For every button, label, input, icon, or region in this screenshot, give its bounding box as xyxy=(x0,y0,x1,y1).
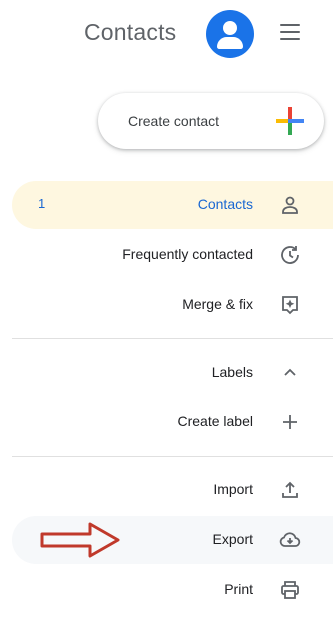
create-label-button[interactable]: Create label xyxy=(0,398,333,446)
sidebar-item-print[interactable]: Print xyxy=(0,566,333,614)
sidebar-item-label: Merge & fix xyxy=(182,296,253,312)
hamburger-menu-icon[interactable] xyxy=(278,22,302,42)
labels-section-toggle[interactable]: Labels xyxy=(0,349,333,397)
merge-fix-icon xyxy=(282,296,298,315)
cloud-download-icon xyxy=(279,532,301,547)
sidebar-item-label: Export xyxy=(212,531,253,547)
chevron-up-icon xyxy=(284,368,296,376)
create-contact-label: Create contact xyxy=(128,113,220,129)
divider xyxy=(12,456,333,457)
plus-icon xyxy=(283,415,297,429)
history-icon xyxy=(281,246,299,264)
contacts-count: 1 xyxy=(38,196,46,211)
create-label-text: Create label xyxy=(177,413,254,429)
sidebar-item-merge-fix[interactable]: Merge & fix xyxy=(0,281,333,329)
sidebar-item-contacts[interactable]: 1 Contacts xyxy=(12,181,333,229)
sidebar-item-import[interactable]: Import xyxy=(0,466,333,514)
person-icon xyxy=(282,196,298,214)
sidebar-item-label: Import xyxy=(213,481,253,497)
sidebar-item-frequently-contacted[interactable]: Frequently contacted xyxy=(0,231,333,279)
colored-plus-icon xyxy=(276,107,304,135)
create-contact-button[interactable]: Create contact xyxy=(98,93,324,149)
account-avatar-icon[interactable] xyxy=(206,10,254,58)
labels-header: Labels xyxy=(211,364,253,380)
sidebar-item-label: Print xyxy=(224,581,253,597)
red-annotation-arrow-icon xyxy=(40,522,120,558)
app-title: Contacts xyxy=(84,19,177,45)
sidebar-item-label: Frequently contacted xyxy=(122,246,253,262)
printer-icon xyxy=(281,581,299,599)
upload-icon xyxy=(282,481,298,498)
divider xyxy=(12,338,333,339)
sidebar-item-label: Contacts xyxy=(197,196,253,212)
